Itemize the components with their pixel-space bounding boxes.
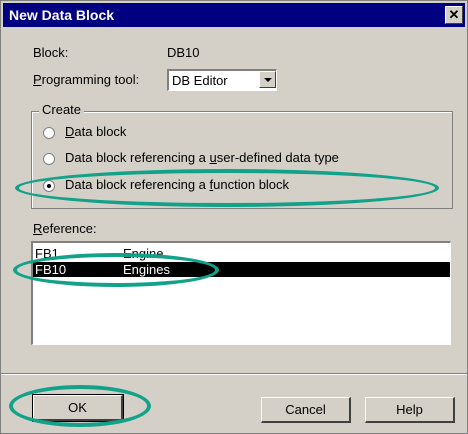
separator-line — [1, 373, 467, 375]
radio-button[interactable] — [43, 127, 55, 139]
reference-label: Reference: — [33, 221, 97, 236]
programming-tool-value: DB Editor — [172, 73, 228, 88]
create-group-title: Create — [39, 102, 85, 117]
close-icon[interactable]: ✕ — [445, 6, 463, 24]
list-item-name: Engines — [123, 262, 170, 277]
radio-label: Data block — [65, 124, 127, 139]
cancel-button[interactable]: Cancel — [261, 397, 351, 423]
new-data-block-dialog: New Data Block ✕ Block: DB10 Programming… — [0, 0, 468, 434]
list-item-id: FB1 — [35, 246, 59, 261]
radio-button-checked[interactable] — [43, 180, 55, 192]
block-value: DB10 — [167, 45, 200, 60]
list-item-id: FB10 — [35, 262, 67, 277]
title-bar: New Data Block ✕ — [3, 3, 465, 27]
ok-button[interactable]: OK — [32, 394, 124, 422]
list-item-name: Engine — [123, 246, 164, 261]
radio-label: Data block referencing a user-defined da… — [65, 150, 339, 165]
help-button[interactable]: Help — [365, 397, 455, 423]
programming-tool-dropdown[interactable]: DB Editor — [167, 69, 277, 91]
block-label: Block: — [33, 45, 69, 60]
radio-button[interactable] — [43, 153, 55, 165]
dialog-title: New Data Block — [9, 7, 115, 23]
reference-listbox[interactable]: FB1 Engine FB10 Engines — [31, 241, 451, 345]
radio-label: Data block referencing a function block — [65, 177, 290, 192]
list-item-selected[interactable]: FB10 Engines — [33, 262, 450, 277]
list-item[interactable]: FB1 Engine — [33, 246, 450, 261]
chevron-down-icon[interactable] — [259, 71, 276, 88]
programming-tool-label: Programming tool: — [33, 72, 140, 87]
